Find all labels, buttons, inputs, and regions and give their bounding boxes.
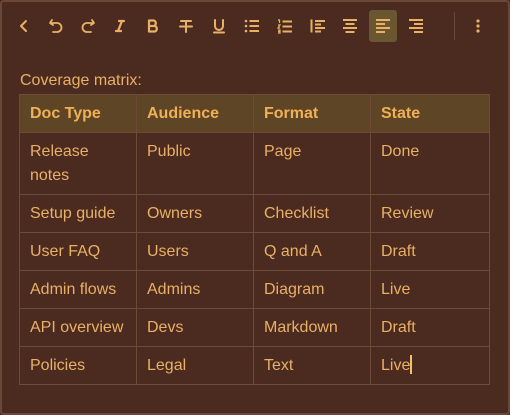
align-right-icon: [409, 19, 423, 33]
table-cell[interactable]: User FAQ: [19, 232, 137, 271]
bullet-list-icon: [244, 19, 259, 33]
coverage-matrix-table[interactable]: Doc Type Audience Format State Release n…: [19, 94, 490, 385]
indent-left-icon: [310, 19, 325, 33]
bold-button[interactable]: [139, 10, 167, 42]
text-cursor: [410, 355, 413, 374]
table-cell-text: Live: [381, 357, 411, 374]
table-row: Setup guide Owners Checklist Review: [19, 194, 490, 233]
table-caption: Coverage matrix:: [20, 72, 142, 89]
table-cell[interactable]: Legal: [136, 346, 254, 385]
undo-button[interactable]: [42, 10, 70, 42]
underline-button[interactable]: [205, 10, 233, 42]
table-cell[interactable]: Public: [136, 132, 254, 195]
block-quote-button[interactable]: [304, 10, 332, 42]
table-row: Release notes Public Page Done: [19, 132, 490, 195]
table-cell[interactable]: Live: [370, 346, 490, 385]
redo-icon: [81, 19, 95, 33]
numbered-list-icon: [276, 19, 292, 34]
table-cell[interactable]: Admins: [136, 270, 254, 309]
table-header-row: Doc Type Audience Format State: [19, 94, 490, 133]
table-cell[interactable]: Devs: [136, 308, 254, 347]
bold-icon: [147, 19, 158, 33]
table-row: User FAQ Users Q and A Draft: [19, 232, 490, 271]
align-left-button[interactable]: [369, 10, 397, 42]
table-cell[interactable]: Markdown: [253, 308, 371, 347]
toolbar-divider: [454, 12, 455, 40]
align-center-button[interactable]: [336, 10, 364, 42]
strikethrough-icon: [179, 20, 193, 33]
table-cell[interactable]: Owners: [136, 194, 254, 233]
underline-icon: [213, 19, 225, 34]
table-cell[interactable]: Live: [370, 270, 490, 309]
table-cell[interactable]: Admin flows: [19, 270, 137, 309]
align-left-icon: [376, 19, 390, 33]
align-center-icon: [343, 19, 357, 33]
column-header-format[interactable]: Format: [253, 94, 371, 133]
column-header-audience[interactable]: Audience: [136, 94, 254, 133]
table-cell[interactable]: Checklist: [253, 194, 371, 233]
table-cell[interactable]: Users: [136, 232, 254, 271]
numbered-list-button[interactable]: [271, 10, 299, 42]
table-cell[interactable]: API overview: [19, 308, 137, 347]
italic-button[interactable]: [106, 10, 134, 42]
table-row: Policies Legal Text Live: [19, 346, 490, 385]
formatting-toolbar: [8, 10, 502, 42]
table-cell[interactable]: Page: [253, 132, 371, 195]
table-cell[interactable]: Done: [370, 132, 490, 195]
bullet-list-button[interactable]: [238, 10, 266, 42]
table-row: Admin flows Admins Diagram Live: [19, 270, 490, 309]
table-cell[interactable]: Setup guide: [19, 194, 137, 233]
strikethrough-button[interactable]: [172, 10, 200, 42]
table-cell[interactable]: Draft: [370, 308, 490, 347]
table-cell[interactable]: Diagram: [253, 270, 371, 309]
column-header-state[interactable]: State: [370, 94, 490, 133]
more-options-button[interactable]: [464, 10, 492, 42]
table-cell[interactable]: Review: [370, 194, 490, 233]
chevron-left-icon: [20, 20, 27, 32]
redo-button[interactable]: [74, 10, 102, 42]
more-vertical-icon: [476, 19, 480, 33]
column-header-doc-type[interactable]: Doc Type: [19, 94, 137, 133]
table-cell[interactable]: Draft: [370, 232, 490, 271]
table-cell[interactable]: Policies: [19, 346, 137, 385]
table-row: API overview Devs Markdown Draft: [19, 308, 490, 347]
italic-icon: [114, 19, 126, 33]
collapse-toolbar-button[interactable]: [10, 10, 38, 42]
table-cell[interactable]: Q and A: [253, 232, 371, 271]
table-cell[interactable]: Text: [253, 346, 371, 385]
undo-icon: [49, 19, 63, 33]
align-right-button[interactable]: [402, 10, 430, 42]
table-cell[interactable]: Release notes: [19, 132, 137, 195]
